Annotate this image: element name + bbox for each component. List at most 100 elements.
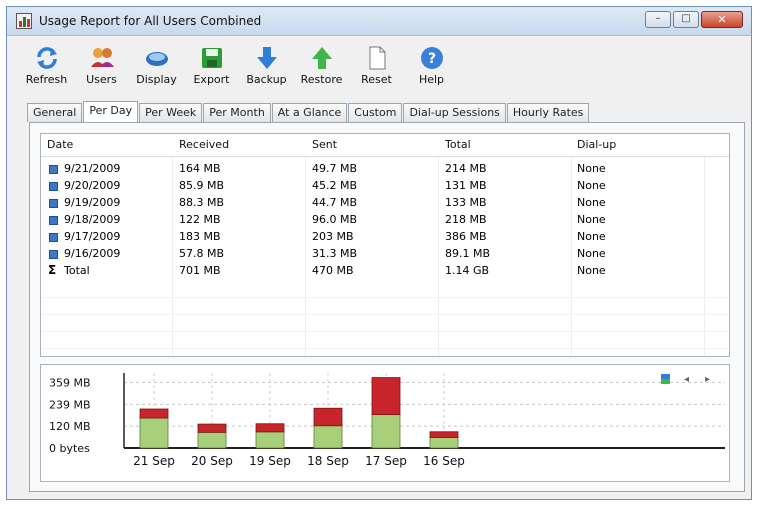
cell-total: 386 MB <box>445 230 487 243</box>
cell-sent: 96.0 MB <box>312 213 358 226</box>
close-icon: ✕ <box>717 13 727 26</box>
export-label: Export <box>193 73 230 86</box>
users-label: Users <box>86 73 117 86</box>
refresh-button[interactable]: Refresh <box>19 45 74 86</box>
help-icon: ? <box>420 47 443 69</box>
table-row[interactable]: 9/16/2009 57.8 MB 31.3 MB 89.1 MB None <box>41 246 729 263</box>
restore-button[interactable]: Restore <box>294 45 349 86</box>
column-header-total[interactable]: Total <box>445 138 471 151</box>
total-row[interactable]: Σ Total 701 MB 470 MB 1.14 GB None <box>41 263 729 280</box>
cell-sent: 470 MB <box>312 264 354 277</box>
maximize-icon: □ <box>681 13 691 24</box>
cell-total: 89.1 MB <box>445 247 491 260</box>
legend-swatch-green <box>661 379 670 384</box>
tab-per-week[interactable]: Per Week <box>139 103 203 122</box>
day-row-icon <box>49 233 58 242</box>
bar-sent <box>255 423 285 433</box>
cell-dial-up: None <box>577 213 606 226</box>
column-header-sent[interactable]: Sent <box>312 138 337 151</box>
bar-received <box>197 431 227 449</box>
display-label: Display <box>136 73 177 86</box>
display-icon <box>145 52 168 66</box>
cell-date: 9/20/2009 <box>64 179 121 192</box>
x-tick-label: 21 Sep <box>133 454 175 468</box>
cell-total: 133 MB <box>445 196 487 209</box>
reset-document-icon <box>369 46 385 70</box>
bar-sent <box>139 408 169 419</box>
table-row[interactable]: 9/18/2009 122 MB 96.0 MB 218 MB None <box>41 212 729 229</box>
cell-total: 214 MB <box>445 162 487 175</box>
column-header-received[interactable]: Received <box>179 138 229 151</box>
cell-total: 131 MB <box>445 179 487 192</box>
bar-received <box>429 437 459 449</box>
cell-total: 218 MB <box>445 213 487 226</box>
cell-dial-up: None <box>577 230 606 243</box>
cell-received: 122 MB <box>179 213 221 226</box>
tab-at-a-glance[interactable]: At a Glance <box>271 103 348 122</box>
cell-date: 9/16/2009 <box>64 247 121 260</box>
column-header-date[interactable]: Date <box>47 138 73 151</box>
tab-custom[interactable]: Custom <box>348 103 403 122</box>
row-gridline <box>41 348 729 349</box>
cell-dial-up: None <box>577 264 606 277</box>
bar-received <box>139 417 169 449</box>
bar-sent <box>371 377 401 416</box>
row-gridline <box>41 297 729 298</box>
cell-received: 701 MB <box>179 264 221 277</box>
chart-prev-icon[interactable]: ◂ <box>684 374 689 385</box>
table-row[interactable]: 9/20/2009 85.9 MB 45.2 MB 131 MB None <box>41 178 729 195</box>
svg-text:?: ? <box>427 51 435 67</box>
maximize-button[interactable]: □ <box>673 11 699 28</box>
usage-chart: 0 bytes 120 MB 239 MB 359 MB 21 Sep 20 Sep 19 … <box>40 364 730 482</box>
row-gridline <box>41 331 729 332</box>
bar-chart-app-icon <box>16 13 32 29</box>
cell-date: 9/17/2009 <box>64 230 121 243</box>
minimize-button[interactable]: – <box>645 11 671 28</box>
table-header: Date Received Sent Total Dial-up <box>41 134 729 157</box>
row-gridline <box>41 314 729 315</box>
help-button[interactable]: ? Help <box>404 45 459 86</box>
bar-received <box>255 431 285 449</box>
minimize-icon: – <box>655 13 661 24</box>
cell-sent: 203 MB <box>312 230 354 243</box>
tab-general[interactable]: General <box>27 103 83 122</box>
users-icon <box>90 48 114 67</box>
refresh-icon <box>36 47 57 69</box>
report-window: Usage Report for All Users Combined – □ … <box>6 6 752 500</box>
table-row[interactable]: 9/17/2009 183 MB 203 MB 386 MB None <box>41 229 729 246</box>
x-tick-label: 20 Sep <box>191 454 233 468</box>
cell-dial-up: None <box>577 196 606 209</box>
day-row-icon <box>49 165 58 174</box>
tab-hourly-rates[interactable]: Hourly Rates <box>506 103 590 122</box>
cell-dial-up: None <box>577 162 606 175</box>
usage-table[interactable]: Date Received Sent Total Dial-up 9/21/20… <box>40 133 730 357</box>
users-button[interactable]: Users <box>74 45 129 86</box>
tab-dial-up-sessions[interactable]: Dial-up Sessions <box>403 103 506 122</box>
per-day-panel: Date Received Sent Total Dial-up 9/21/20… <box>29 122 745 492</box>
chart-next-icon[interactable]: ▸ <box>705 374 710 385</box>
backup-button[interactable]: Backup <box>239 45 294 86</box>
tab-per-month[interactable]: Per Month <box>203 103 271 122</box>
cell-dial-up: None <box>577 179 606 192</box>
y-tick-label: 239 MB <box>49 398 91 411</box>
cell-total: 1.14 GB <box>445 264 490 277</box>
restore-label: Restore <box>300 73 343 86</box>
table-row[interactable]: 9/19/2009 88.3 MB 44.7 MB 133 MB None <box>41 195 729 212</box>
cell-sent: 31.3 MB <box>312 247 358 260</box>
title-bar[interactable]: Usage Report for All Users Combined – □ … <box>7 7 751 36</box>
cell-received: 164 MB <box>179 162 221 175</box>
cell-received: 85.9 MB <box>179 179 225 192</box>
display-button[interactable]: Display <box>129 45 184 86</box>
reset-button[interactable]: Reset <box>349 45 404 86</box>
close-button[interactable]: ✕ <box>701 11 743 28</box>
bar-sent <box>313 407 343 427</box>
export-button[interactable]: Export <box>184 45 239 86</box>
bar-received <box>313 425 343 449</box>
help-label: Help <box>418 73 445 86</box>
y-tick-label: 0 bytes <box>49 442 90 455</box>
table-row[interactable]: 9/21/2009 164 MB 49.7 MB 214 MB None <box>41 161 729 178</box>
column-header-dial-up[interactable]: Dial-up <box>577 138 616 151</box>
day-row-icon <box>49 216 58 225</box>
y-tick-label: 120 MB <box>49 420 91 433</box>
tab-per-day[interactable]: Per Day <box>83 101 139 123</box>
